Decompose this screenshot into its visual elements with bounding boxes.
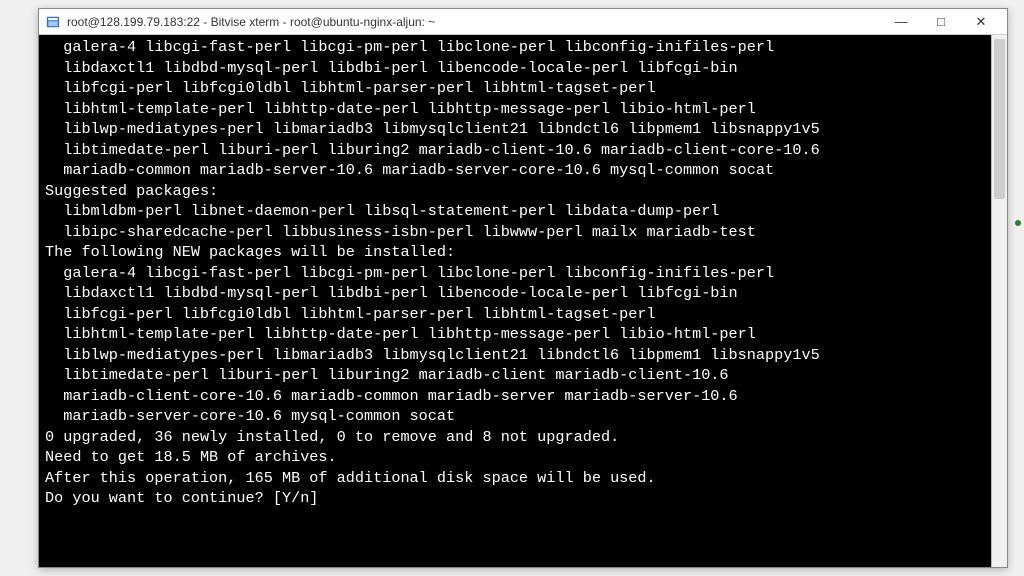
terminal-line: libhtml-template-perl libhttp-date-perl … [45, 99, 985, 120]
terminal-line: libmldbm-perl libnet-daemon-perl libsql-… [45, 201, 985, 222]
terminal-line: libfcgi-perl libfcgi0ldbl libhtml-parser… [45, 78, 985, 99]
terminal-window: root@128.199.79.183:22 - Bitvise xterm -… [38, 8, 1008, 568]
terminal-line: liblwp-mediatypes-perl libmariadb3 libmy… [45, 119, 985, 140]
maximize-button[interactable]: □ [921, 9, 961, 35]
terminal-line: mariadb-client-core-10.6 mariadb-common … [45, 386, 985, 407]
terminal-body: galera-4 libcgi-fast-perl libcgi-pm-perl… [39, 35, 1007, 567]
terminal-line: After this operation, 165 MB of addition… [45, 468, 985, 489]
terminal-line: Suggested packages: [45, 181, 985, 202]
terminal-output[interactable]: galera-4 libcgi-fast-perl libcgi-pm-perl… [39, 35, 991, 567]
scrollbar-thumb[interactable] [994, 39, 1005, 199]
terminal-line: Need to get 18.5 MB of archives. [45, 447, 985, 468]
terminal-line: Do you want to continue? [Y/n] [45, 488, 985, 509]
window-titlebar[interactable]: root@128.199.79.183:22 - Bitvise xterm -… [39, 9, 1007, 35]
side-indicator-dot [1015, 220, 1021, 226]
minimize-button[interactable]: — [881, 9, 921, 35]
window-title: root@128.199.79.183:22 - Bitvise xterm -… [67, 15, 435, 29]
vertical-scrollbar[interactable] [991, 35, 1007, 567]
terminal-line: libipc-sharedcache-perl libbusiness-isbn… [45, 222, 985, 243]
terminal-line: liblwp-mediatypes-perl libmariadb3 libmy… [45, 345, 985, 366]
terminal-line: libfcgi-perl libfcgi0ldbl libhtml-parser… [45, 304, 985, 325]
terminal-line: The following NEW packages will be insta… [45, 242, 985, 263]
terminal-line: galera-4 libcgi-fast-perl libcgi-pm-perl… [45, 37, 985, 58]
terminal-line: libtimedate-perl liburi-perl liburing2 m… [45, 140, 985, 161]
terminal-line: mariadb-server-core-10.6 mysql-common so… [45, 406, 985, 427]
terminal-line: libtimedate-perl liburi-perl liburing2 m… [45, 365, 985, 386]
terminal-line: libdaxctl1 libdbd-mysql-perl libdbi-perl… [45, 283, 985, 304]
terminal-line: 0 upgraded, 36 newly installed, 0 to rem… [45, 427, 985, 448]
terminal-line: mariadb-common mariadb-server-10.6 maria… [45, 160, 985, 181]
close-button[interactable]: ✕ [961, 9, 1001, 35]
terminal-line: libhtml-template-perl libhttp-date-perl … [45, 324, 985, 345]
terminal-line: libdaxctl1 libdbd-mysql-perl libdbi-perl… [45, 58, 985, 79]
app-icon [45, 14, 61, 30]
terminal-line: galera-4 libcgi-fast-perl libcgi-pm-perl… [45, 263, 985, 284]
